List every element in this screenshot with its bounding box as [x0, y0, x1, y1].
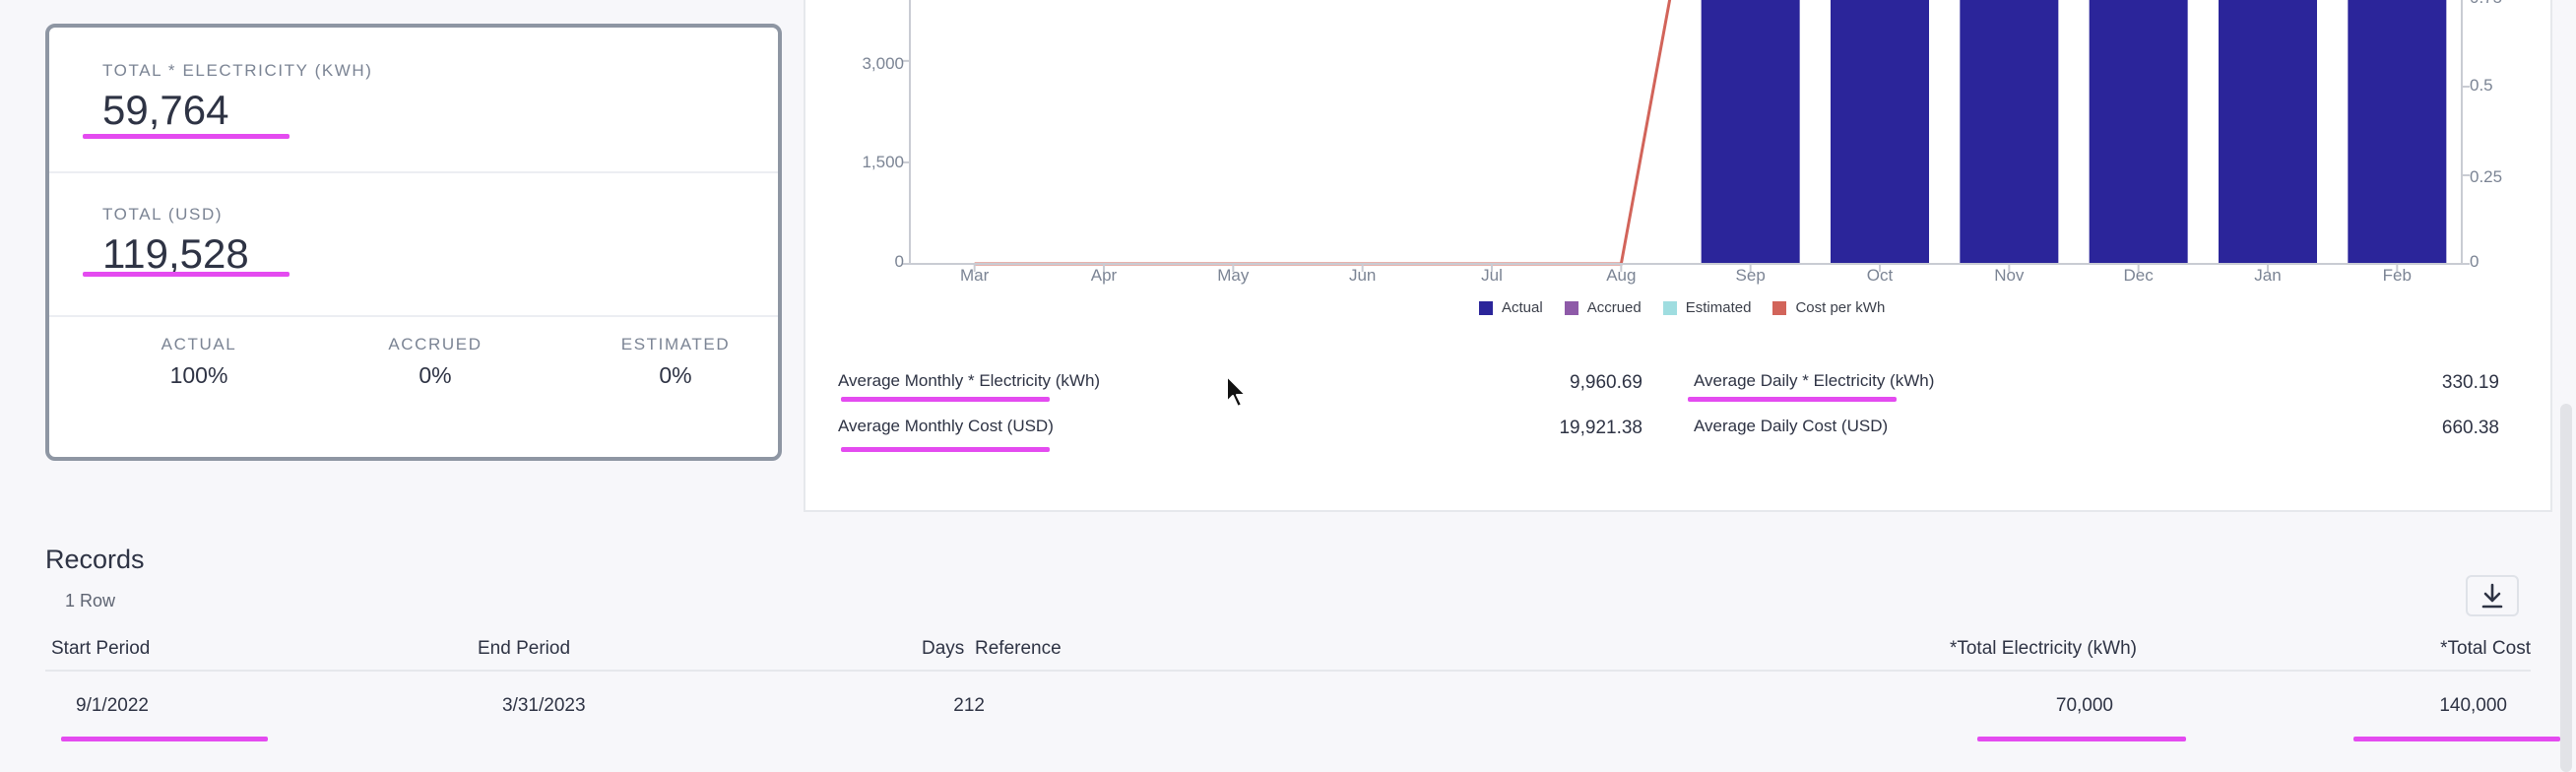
avg-monthly-cost-label: Average Monthly Cost (USD) — [838, 417, 1054, 435]
x-tick-label: Jan — [2254, 266, 2282, 285]
highlight-underline — [1977, 737, 2186, 741]
column-header-start-period[interactable]: Start Period — [51, 638, 150, 660]
avg-daily-cost-label: Average Daily Cost (USD) — [1694, 417, 1889, 435]
x-tick-label: Sep — [1735, 266, 1766, 285]
x-tick-label: Oct — [1866, 266, 1894, 285]
avg-monthly-electricity-label: Average Monthly * Electricity (kWh) — [838, 371, 1101, 390]
bar-actual — [1701, 0, 1800, 264]
column-header-total-cost[interactable]: *Total Cost — [2166, 638, 2531, 660]
legend-item-estimated[interactable]: Estimated — [1662, 299, 1752, 316]
stat-accrued-value: 0% — [419, 362, 452, 388]
avg-daily-electricity-value: 330.19 — [2441, 372, 2499, 393]
x-tick-label: Apr — [1090, 266, 1118, 285]
bar-actual — [1960, 0, 2059, 264]
legend-item-accrued[interactable]: Accrued — [1564, 299, 1642, 316]
y2-tick-label: 0.75 — [2470, 0, 2529, 8]
x-tick-label: May — [1217, 266, 1250, 285]
table-row[interactable]: 9/1/2022 3/31/2023 212 70,000 140,000 — [45, 674, 2531, 740]
y2-tick-label: 0 — [2470, 252, 2479, 271]
stat-actual-label: ACTUAL — [161, 335, 237, 354]
avg-monthly-electricity-value: 9,960.69 — [1570, 372, 1642, 393]
bar-actual — [2348, 0, 2447, 264]
y2-tick-label: 0.5 — [2470, 76, 2493, 95]
y-tick-label: 1,500 — [862, 153, 904, 171]
highlight-underline — [2353, 737, 2560, 741]
y-tick-label: 0 — [894, 252, 904, 271]
x-tick-label: Dec — [2123, 266, 2154, 285]
x-tick-label: Aug — [1606, 266, 1637, 285]
column-header-reference[interactable]: Reference — [975, 638, 1062, 660]
highlight-underline — [841, 397, 1050, 402]
bar-actual — [2219, 0, 2317, 264]
cell-total-cost: 140,000 — [2439, 695, 2507, 716]
page-scrollbar[interactable] — [2560, 404, 2572, 772]
y-tick-label: 3,000 — [862, 54, 904, 73]
download-icon — [2481, 583, 2503, 609]
download-button[interactable] — [2466, 575, 2519, 616]
cell-total-electricity: 70,000 — [2055, 695, 2113, 716]
legend-swatch — [1662, 300, 1677, 315]
legend-swatch — [1564, 300, 1578, 315]
legend-swatch — [1479, 300, 1493, 315]
row-count: 1 Row — [65, 591, 116, 611]
legend-item-actual[interactable]: Actual — [1479, 299, 1543, 316]
card-divider — [49, 315, 778, 317]
monthly-usage-chart — [902, 0, 2470, 272]
stat-estimated-value: 0% — [659, 362, 692, 388]
cell-start-period: 9/1/2022 — [76, 695, 149, 716]
legend-label: Actual — [1502, 299, 1543, 316]
chart-legend: Actual Accrued Estimated Cost per kWh — [1479, 299, 1885, 316]
legend-label: Estimated — [1685, 299, 1752, 316]
stat-accrued-label: ACCRUED — [388, 335, 483, 354]
y2-tick-label: 0.25 — [2470, 167, 2503, 186]
legend-label: Accrued — [1586, 299, 1642, 316]
line-cost-per-kwh — [974, 0, 1672, 266]
cell-end-period: 3/31/2023 — [502, 695, 586, 716]
stat-actual-value: 100% — [169, 362, 228, 388]
highlight-underline — [61, 737, 268, 741]
avg-daily-electricity-label: Average Daily * Electricity (kWh) — [1694, 371, 1935, 390]
x-tick-label: Feb — [2382, 266, 2412, 285]
column-header-total-electricity[interactable]: *Total Electricity (kWh) — [1674, 638, 2137, 660]
legend-swatch — [1772, 300, 1787, 315]
column-header-days[interactable]: Days — [922, 638, 964, 660]
highlight-underline — [1688, 397, 1897, 402]
x-tick-label: Nov — [1994, 266, 2025, 285]
highlight-underline — [841, 447, 1050, 452]
bar-actual — [2089, 0, 2188, 264]
bar-actual — [1831, 0, 1929, 264]
x-tick-label: Jun — [1348, 266, 1377, 285]
stat-estimated-label: ESTIMATED — [620, 335, 731, 354]
table-header-divider — [45, 670, 2531, 672]
records-title: Records — [45, 545, 145, 574]
mouse-cursor-icon — [1226, 375, 1247, 408]
column-header-end-period[interactable]: End Period — [478, 638, 570, 660]
x-tick-label: Mar — [960, 266, 990, 285]
avg-monthly-cost-value: 19,921.38 — [1559, 418, 1642, 438]
avg-daily-cost-value: 660.38 — [2441, 418, 2499, 438]
legend-label: Cost per kWh — [1795, 299, 1886, 316]
legend-item-cost-per-kwh[interactable]: Cost per kWh — [1772, 299, 1885, 316]
x-tick-label: Jul — [1481, 266, 1503, 285]
cell-days: 212 — [953, 695, 985, 716]
